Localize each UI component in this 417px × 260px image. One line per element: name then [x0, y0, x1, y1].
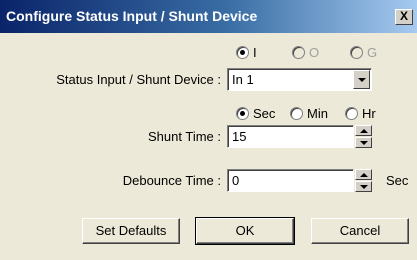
- radio-o-icon: [292, 46, 305, 59]
- window-title: Configure Status Input / Shunt Device: [6, 8, 258, 24]
- configure-status-input-dialog: Configure Status Input / Shunt Device X …: [0, 0, 417, 260]
- shunt-time-input[interactable]: 15: [227, 125, 354, 148]
- spin-down-icon[interactable]: [355, 137, 372, 148]
- radio-i-icon: [236, 46, 249, 59]
- cancel-button[interactable]: Cancel: [311, 218, 409, 244]
- radio-o-label: O: [309, 45, 320, 60]
- shunt-time-value: 15: [232, 129, 247, 144]
- radio-hr-icon: [345, 107, 358, 120]
- debounce-time-spinner[interactable]: [355, 169, 372, 192]
- title-bar: Configure Status Input / Shunt Device X: [0, 0, 417, 33]
- radio-g-label: G: [367, 45, 378, 60]
- radio-sec-icon: [236, 107, 249, 120]
- radio-sec-label: Sec: [253, 106, 276, 121]
- device-select-value: In 1: [232, 72, 254, 87]
- io-radio-i[interactable]: I: [236, 45, 257, 60]
- close-button[interactable]: X: [395, 9, 413, 25]
- units-radio-sec[interactable]: Sec: [236, 106, 275, 121]
- ok-button[interactable]: OK: [195, 217, 295, 245]
- device-select[interactable]: In 1: [227, 68, 372, 91]
- radio-min-icon: [290, 107, 303, 120]
- shunt-time-label: Shunt Time :: [148, 129, 221, 144]
- spin-down-icon[interactable]: [355, 181, 372, 192]
- spin-up-icon[interactable]: [355, 125, 372, 136]
- debounce-time-label: Debounce Time :: [122, 173, 221, 188]
- shunt-time-spinner[interactable]: [355, 125, 372, 148]
- device-label: Status Input / Shunt Device :: [56, 72, 221, 87]
- io-radio-o: O: [292, 45, 319, 60]
- units-radio-hr[interactable]: Hr: [345, 106, 376, 121]
- set-defaults-button[interactable]: Set Defaults: [82, 218, 180, 244]
- units-radio-min[interactable]: Min: [290, 106, 328, 121]
- io-radio-g: G: [350, 45, 377, 60]
- radio-min-label: Min: [307, 106, 328, 121]
- chevron-down-icon[interactable]: [353, 70, 370, 89]
- debounce-unit-label: Sec: [386, 173, 409, 188]
- radio-g-icon: [350, 46, 363, 59]
- radio-hr-label: Hr: [362, 106, 376, 121]
- debounce-time-value: 0: [232, 173, 240, 188]
- debounce-time-input[interactable]: 0: [227, 169, 354, 192]
- spin-up-icon[interactable]: [355, 169, 372, 180]
- radio-i-label: I: [253, 45, 257, 60]
